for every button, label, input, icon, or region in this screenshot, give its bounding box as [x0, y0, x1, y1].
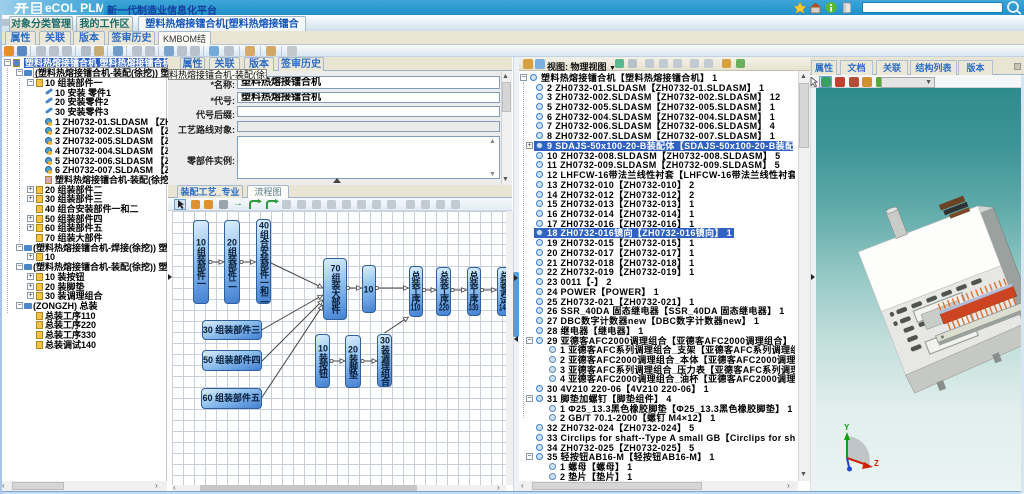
svg-text:eCOL PLM: eCOL PLM: [45, 1, 103, 14]
svg-text:Y: Y: [844, 423, 850, 432]
svg-text:Z: Z: [874, 459, 879, 468]
